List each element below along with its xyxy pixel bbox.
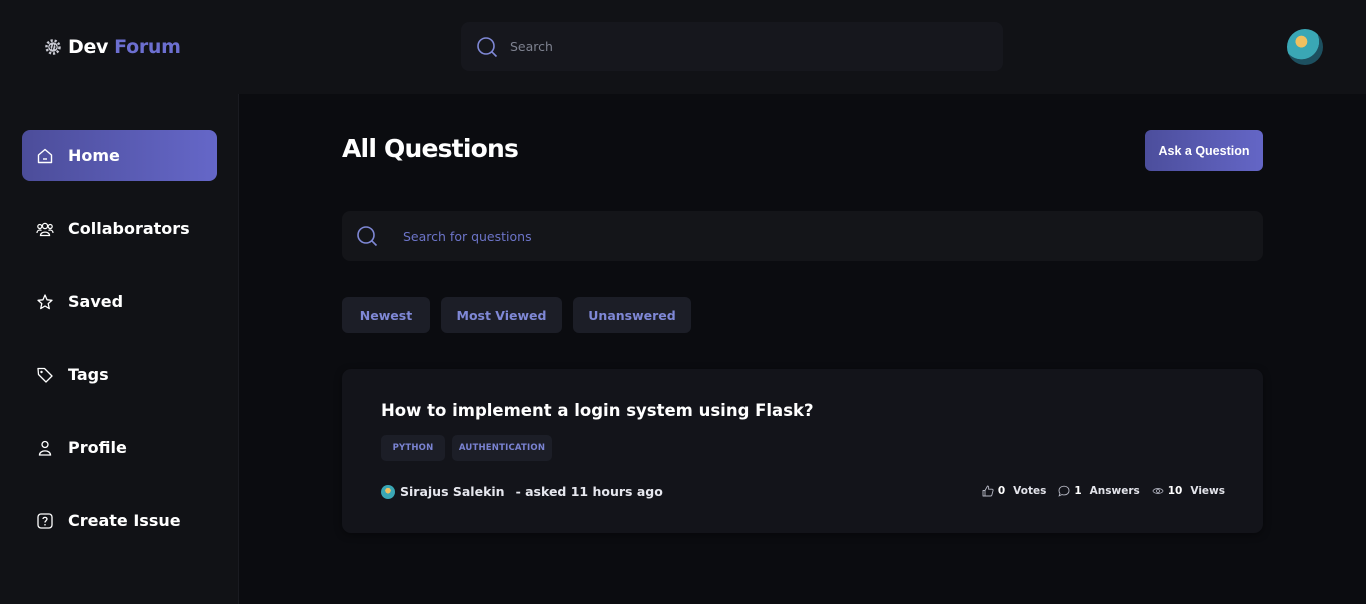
sidebar-item-label: Create Issue (68, 511, 181, 530)
votes-count: 0 (997, 485, 1006, 497)
filter-newest[interactable]: Newest (342, 297, 430, 333)
question-search-input[interactable]: Search for questions (403, 229, 532, 244)
question-title[interactable]: How to implement a login system using Fl… (381, 401, 814, 420)
brand-name-forum: Forum (114, 36, 181, 58)
question-card[interactable]: How to implement a login system using Fl… (342, 369, 1263, 533)
brand-name-dev: Dev (68, 36, 109, 58)
answers-label: Answers (1089, 485, 1140, 497)
question-icon (36, 512, 54, 530)
question-author[interactable]: Sirajus Salekin - asked 11 hours ago (381, 484, 663, 499)
sidebar-item-label: Home (68, 146, 120, 165)
answers-count: 1 (1074, 485, 1082, 497)
top-bar: Dev Forum Search (0, 0, 1366, 94)
sidebar-item-collaborators[interactable]: Collaborators (22, 203, 217, 254)
search-icon (476, 36, 498, 58)
logo[interactable]: Dev Forum (44, 33, 181, 61)
views-stat: 10 Views (1152, 485, 1225, 497)
sidebar-item-label: Collaborators (68, 219, 190, 238)
author-avatar (381, 484, 395, 499)
filter-most-viewed[interactable]: Most Viewed (441, 297, 562, 333)
search-icon (356, 225, 378, 247)
page-title: All Questions (342, 134, 519, 163)
sidebar-item-saved[interactable]: Saved (22, 276, 217, 327)
views-label: Views (1190, 485, 1225, 497)
tag-python[interactable]: PYTHON (381, 435, 445, 461)
votes-stat: 0 Votes (982, 485, 1046, 497)
sidebar-item-home[interactable]: Home (22, 130, 217, 181)
filter-unanswered[interactable]: Unanswered (573, 297, 691, 333)
answers-stat: 1 Answers (1058, 485, 1140, 497)
star-icon (36, 293, 54, 311)
main-content: All Questions Ask a Question Search for … (240, 94, 1366, 604)
sidebar-item-tags[interactable]: Tags (22, 349, 217, 400)
tag-authentication[interactable]: AUTHENTICATION (452, 435, 552, 461)
sidebar-item-profile[interactable]: Profile (22, 422, 217, 473)
votes-label: Votes (1013, 485, 1047, 497)
asked-time: - asked 11 hours ago (515, 484, 663, 499)
user-icon (36, 439, 54, 457)
global-search-bar[interactable]: Search (461, 22, 1003, 71)
sidebar-item-create-issue[interactable]: Create Issue (22, 495, 217, 546)
user-avatar[interactable] (1287, 29, 1323, 65)
global-search-input[interactable]: Search (510, 39, 553, 54)
home-icon (36, 147, 54, 165)
sidebar-item-label: Saved (68, 292, 124, 311)
question-search-bar[interactable]: Search for questions (342, 211, 1263, 261)
sidebar-item-label: Tags (68, 365, 109, 384)
comment-icon (1058, 485, 1070, 497)
sidebar-item-label: Profile (68, 438, 127, 457)
tag-icon (36, 366, 54, 384)
ask-question-button[interactable]: Ask a Question (1145, 130, 1263, 171)
sidebar: Home Collaborators Saved Tags Profile Cr… (0, 94, 239, 604)
users-icon (36, 220, 54, 238)
eye-icon (1152, 485, 1164, 497)
code-gear-icon (44, 38, 62, 56)
author-name[interactable]: Sirajus Salekin (400, 484, 505, 499)
views-count: 10 (1167, 485, 1183, 497)
thumbs-up-icon (982, 485, 994, 497)
question-stats: 0 Votes 1 Answers 10 Views (982, 485, 1225, 497)
